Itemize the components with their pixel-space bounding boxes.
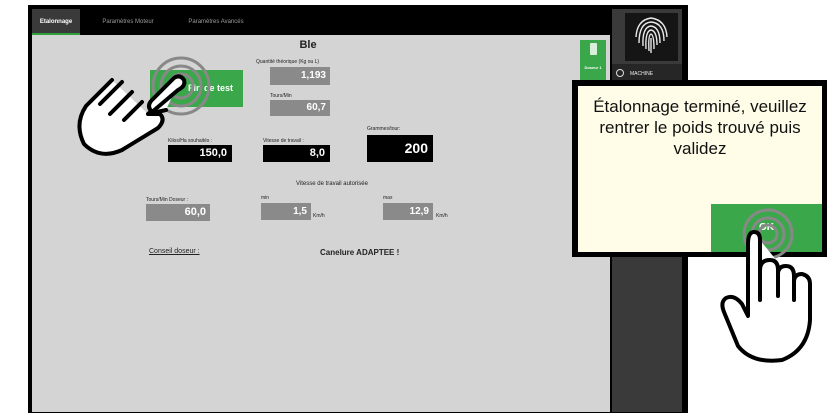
product-title: Ble: [299, 39, 317, 51]
hopper-icon: [589, 43, 597, 55]
tab-parametres-moteur[interactable]: Paramètres Moteur: [80, 9, 176, 35]
advice-text: Canelure ADAPTEE !: [320, 248, 400, 257]
pointing-hand-icon: [77, 56, 211, 156]
min-speed-field: 1,5: [261, 203, 311, 220]
work-speed-label: Vitesse de travail :: [263, 138, 304, 144]
doseur-rpm-field: 60,0: [146, 204, 210, 221]
theoretical-qty-label: Quantité théorique (Kg ou L): [256, 59, 320, 65]
tab-etalonnage[interactable]: Etalonnage: [32, 9, 80, 35]
conseil-doseur-link[interactable]: Conseil doseur :: [149, 248, 200, 255]
tab-parametres-avances[interactable]: Paramètres Avancés: [176, 9, 256, 35]
work-speed-field[interactable]: 8,0: [263, 145, 330, 162]
max-speed-field: 12,9: [383, 203, 433, 220]
rpm-field: 60,7: [270, 100, 330, 116]
machine-label: MACHINE: [630, 71, 654, 77]
fingerprint-button[interactable]: [625, 13, 678, 61]
max-speed-unit: Km/h: [436, 213, 448, 219]
allowed-speed-title: Vitesse de travail autorisée: [296, 181, 368, 187]
doseur-1-label: Doseur 1: [584, 65, 602, 70]
min-speed-unit: Km/h: [313, 213, 325, 219]
min-speed-label: min: [261, 195, 270, 201]
doseur-rpm-label: Tours/Min Doseur :: [146, 197, 188, 203]
max-speed-label: max: [383, 195, 393, 201]
doseur-1-button[interactable]: Doseur 1: [580, 40, 606, 80]
theoretical-qty-field: 1,193: [270, 67, 330, 85]
rpm-label: Tours/Min: [270, 93, 292, 99]
grams-per-turn-label: Grammes/tour:: [367, 126, 401, 132]
gear-icon: [616, 69, 624, 77]
fingerprint-icon: [635, 17, 668, 53]
grams-per-turn-field[interactable]: 200: [367, 135, 433, 162]
dialog-message: Étalonnage terminé, veuillez rentrer le …: [593, 97, 807, 158]
pointing-hand-dialog-icon: [720, 208, 812, 363]
